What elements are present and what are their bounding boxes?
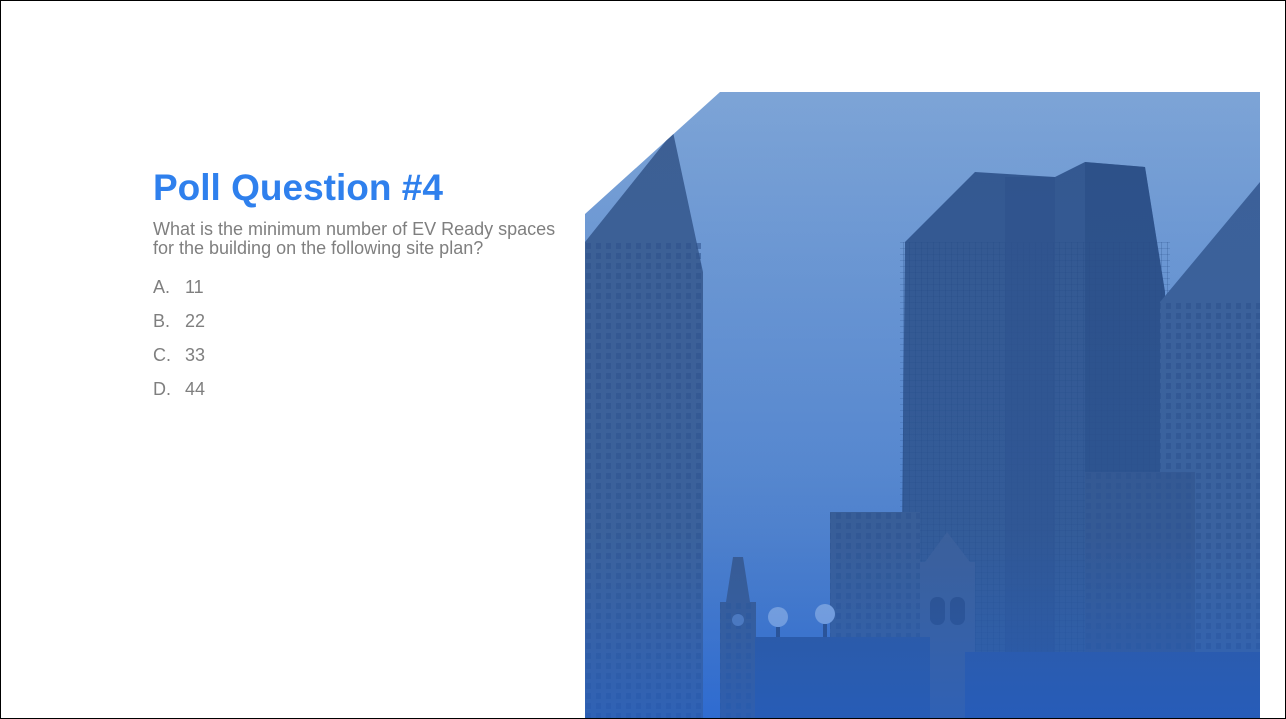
answer-option-a: A. 11 [153,277,563,298]
text-panel: Poll Question #4 What is the minimum num… [153,167,563,413]
option-value: 44 [185,379,206,400]
option-value: 22 [185,311,206,332]
question-text: What is the minimum number of EV Ready s… [153,218,556,259]
answer-options: A. 11 B. 22 C. 33 D. 44 [153,277,563,400]
option-letter: C. [153,345,171,366]
slide-title: Poll Question #4 [153,167,443,208]
answer-option-d: D. 44 [153,379,563,400]
option-value: 11 [185,277,204,298]
option-letter: A. [153,277,171,298]
answer-option-b: B. 22 [153,311,563,332]
option-letter: B. [153,311,171,332]
city-skyline-image [585,92,1260,718]
answer-option-c: C. 33 [153,345,563,366]
option-letter: D. [153,379,171,400]
slide: Poll Question #4 What is the minimum num… [0,0,1286,719]
option-value: 33 [185,345,206,366]
